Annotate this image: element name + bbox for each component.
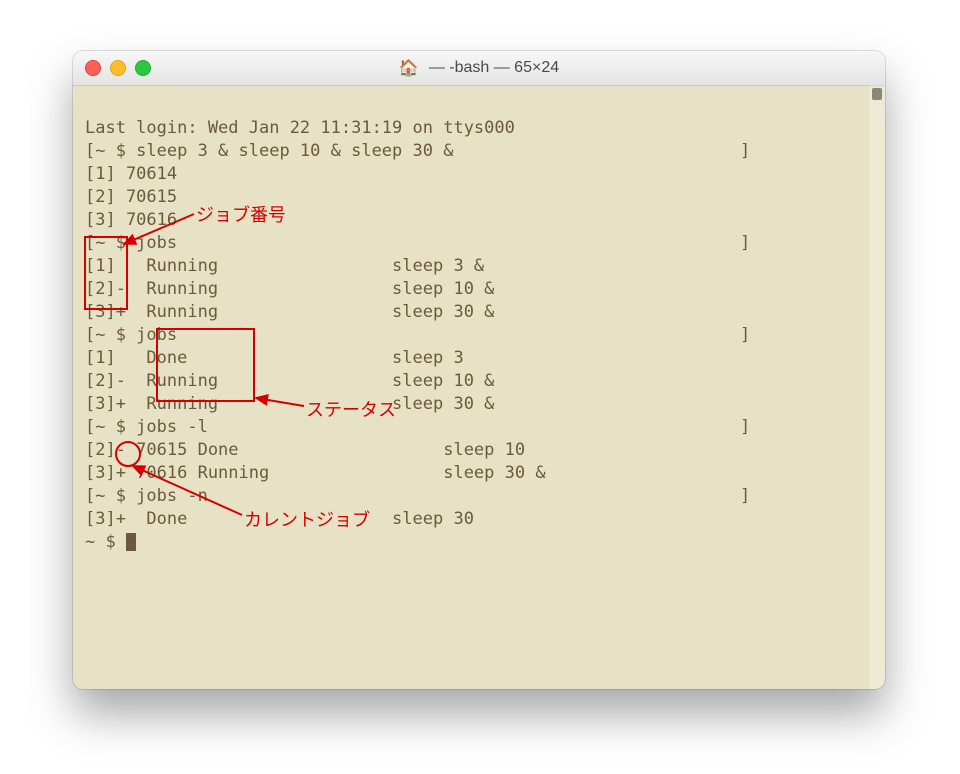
scrollbar-thumb[interactable]: [872, 88, 882, 100]
term-line: [~ $ sleep 3 & sleep 10 & sleep 30 & ]: [85, 141, 750, 161]
arrow-icon: [129, 462, 249, 520]
window-title: — -bash — 65×24: [429, 59, 559, 77]
term-line: [1] Running sleep 3 &: [85, 256, 484, 276]
term-line: [2]- Running sleep 10 &: [85, 279, 494, 299]
home-icon: 🏠: [399, 58, 419, 78]
term-line: [1] Done sleep 3: [85, 348, 464, 368]
term-line: [3]+ Running sleep 30 &: [85, 302, 494, 322]
term-line: [2]- 70615 Done sleep 10: [85, 440, 525, 460]
term-line: [~ $ jobs -l ]: [85, 417, 750, 437]
annotation-box-status: [156, 328, 255, 402]
term-line: Last login: Wed Jan 22 11:31:19 on ttys0…: [85, 118, 515, 138]
cursor: [126, 533, 136, 551]
arrow-icon: [118, 211, 198, 249]
scrollbar[interactable]: [869, 85, 885, 689]
term-line: [2]- Running sleep 10 &: [85, 371, 494, 391]
arrow-icon: [252, 394, 312, 412]
term-line: [1] 70614: [85, 164, 177, 184]
term-line: [2] 70615: [85, 187, 177, 207]
titlebar: 🏠 — -bash — 65×24: [73, 51, 885, 86]
term-line: ~ $: [85, 532, 126, 552]
